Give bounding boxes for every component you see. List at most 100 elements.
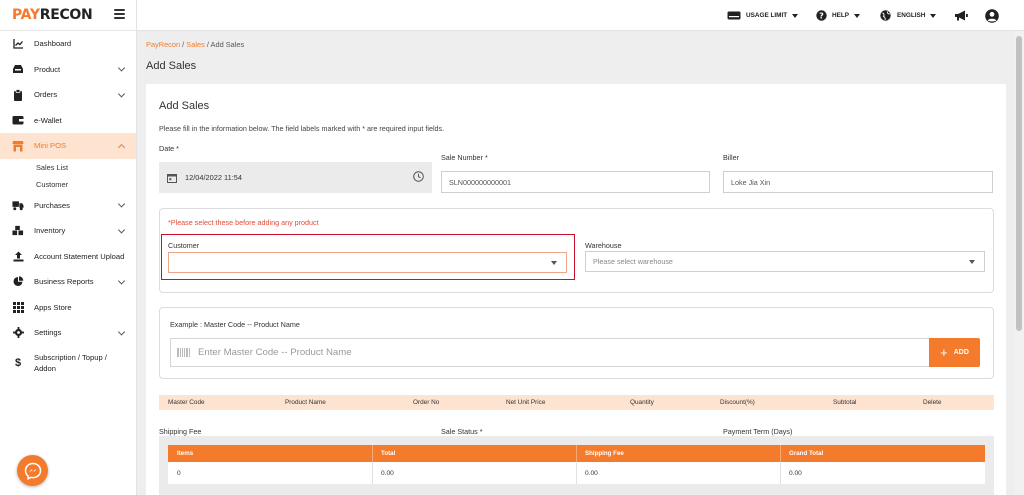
page-title: Add Sales (146, 60, 197, 72)
col-net-unit-price: Net Unit Price (506, 399, 546, 406)
chevron-down-icon (117, 90, 126, 98)
col-discount: Discount(%) (720, 399, 755, 406)
svg-text:?: ? (819, 11, 824, 20)
caret-down-icon (930, 13, 937, 18)
megaphone-icon (955, 10, 968, 21)
sidebar-item-business-reports[interactable]: Business Reports (0, 269, 136, 295)
totals-col-items: Items (177, 450, 194, 457)
breadcrumb-home-link[interactable]: PayRecon (146, 40, 180, 49)
customer-label: Customer (168, 241, 200, 250)
totals-col-grand-total: Grand Total (789, 450, 824, 457)
announcement-button[interactable] (954, 0, 968, 31)
caret-down-icon (551, 261, 557, 265)
add-sales-card: Add Sales Please fill in the information… (146, 84, 1006, 495)
messenger-chat-button[interactable] (17, 455, 48, 486)
language-menu[interactable]: ENGLISH (880, 0, 937, 31)
add-product-button[interactable]: + ADD (929, 338, 980, 367)
wallet-icon (12, 114, 24, 126)
chevron-down-icon (117, 200, 126, 208)
store-icon (12, 140, 24, 152)
chevron-down-icon (117, 328, 126, 336)
sale-number-label: Sale Number * (441, 153, 488, 162)
totals-panel: Items Total Shipping Fee Grand Total 0 0… (159, 436, 994, 495)
sale-number-input[interactable]: SLN000000000001 (441, 171, 710, 193)
biller-label: Biller (723, 153, 739, 162)
sidebar-item-apps-store[interactable]: Apps Store (0, 295, 136, 321)
page-scrollbar-thumb[interactable] (1016, 36, 1022, 331)
sidebar-item-inventory[interactable]: Inventory (0, 218, 136, 244)
barcode-icon (177, 348, 191, 357)
totals-row: 0 0.00 0.00 0.00 (168, 462, 985, 484)
form-description: Please fill in the information below. Th… (159, 124, 445, 133)
product-search-input[interactable]: Enter Master Code -- Product Name (170, 338, 930, 367)
chevron-up-icon (117, 143, 126, 151)
caret-down-icon (969, 260, 975, 264)
sidebar-item-purchases[interactable]: Purchases (0, 193, 136, 219)
upload-icon (12, 250, 24, 262)
help-icon: ? (816, 10, 827, 21)
selection-warning: *Please select these before adding any p… (168, 218, 319, 227)
chart-line-icon (12, 38, 24, 50)
totals-shipping-value: 0.00 (585, 470, 598, 477)
col-order-no: Order No (413, 399, 440, 406)
col-quantity: Quantity (630, 399, 654, 406)
brand-logo[interactable]: PAY RECON (12, 7, 93, 23)
warehouse-label: Warehouse (585, 241, 622, 250)
chevron-down-icon (117, 64, 126, 72)
messenger-icon (24, 462, 41, 480)
date-label: Date * (159, 144, 179, 153)
calendar-icon (167, 173, 177, 183)
caret-down-icon (854, 13, 861, 18)
payment-term-label: Payment Term (Days) (723, 427, 793, 436)
breadcrumb-current: Add Sales (210, 40, 245, 49)
shipping-fee-label: Shipping Fee (159, 427, 202, 436)
sidebar-nav: Dashboard Product Orders e-Wallet Mini P… (0, 31, 136, 381)
breadcrumb-sales-link[interactable]: Sales (186, 40, 205, 49)
warehouse-icon (12, 225, 24, 237)
chevron-down-icon (117, 226, 126, 234)
sidebar-subitem-sales-list[interactable]: Sales List (0, 159, 136, 176)
plus-icon: + (940, 345, 948, 360)
sidebar-item-product[interactable]: Product (0, 57, 136, 83)
totals-grand-total-value: 0.00 (789, 470, 802, 477)
help-menu[interactable]: ? HELP (816, 0, 861, 31)
warehouse-select[interactable]: Please select warehouse (585, 251, 985, 272)
sidebar-item-ewallet[interactable]: e-Wallet (0, 108, 136, 134)
hard-drive-icon (727, 11, 741, 20)
sidebar-subitem-customer[interactable]: Customer (0, 176, 136, 193)
items-table-header: Master Code Product Name Order No Net Un… (159, 395, 994, 410)
user-avatar-icon (985, 8, 999, 23)
sidebar-item-subscription[interactable]: $ Subscription / Topup / Addon (0, 346, 136, 381)
form-title: Add Sales (159, 100, 210, 112)
topbar: USAGE LIMIT ? HELP ENGLISH (137, 0, 1024, 31)
col-delete: Delete (923, 399, 942, 406)
chevron-down-icon (117, 277, 126, 285)
totals-table-header: Items Total Shipping Fee Grand Total (168, 445, 985, 462)
usage-limit-menu[interactable]: USAGE LIMIT (727, 0, 799, 31)
sidebar-item-settings[interactable]: Settings (0, 320, 136, 346)
clock-icon[interactable] (413, 171, 424, 182)
sidebar: PAY RECON Dashboard Product Orders e-Wal… (0, 0, 137, 495)
col-master-code: Master Code (168, 399, 205, 406)
sidebar-item-orders[interactable]: Orders (0, 82, 136, 108)
hamburger-menu-icon[interactable] (114, 9, 125, 19)
product-example-text: Example : Master Code -- Product Name (170, 320, 300, 329)
sidebar-item-mini-pos[interactable]: Mini POS (0, 133, 136, 159)
truck-icon (12, 199, 24, 211)
dollar-icon: $ (14, 357, 22, 369)
sidebar-item-account-statement-upload[interactable]: Account Statement Upload (0, 244, 136, 270)
customer-select[interactable] (168, 252, 567, 273)
date-input[interactable]: 12/04/2022 11:54 (159, 162, 432, 193)
col-product-name: Product Name (285, 399, 326, 406)
clipboard-icon (12, 88, 24, 101)
totals-col-shipping-fee: Shipping Fee (585, 450, 624, 457)
biller-input[interactable]: Loke Jia Xin (723, 171, 993, 193)
totals-items-value: 0 (177, 470, 181, 477)
totals-total-value: 0.00 (381, 470, 394, 477)
product-box-icon (12, 63, 24, 75)
user-profile-button[interactable] (985, 0, 999, 31)
sidebar-item-dashboard[interactable]: Dashboard (0, 31, 136, 57)
grid-icon (12, 301, 24, 313)
globe-icon (880, 10, 891, 21)
totals-col-total: Total (381, 450, 396, 457)
